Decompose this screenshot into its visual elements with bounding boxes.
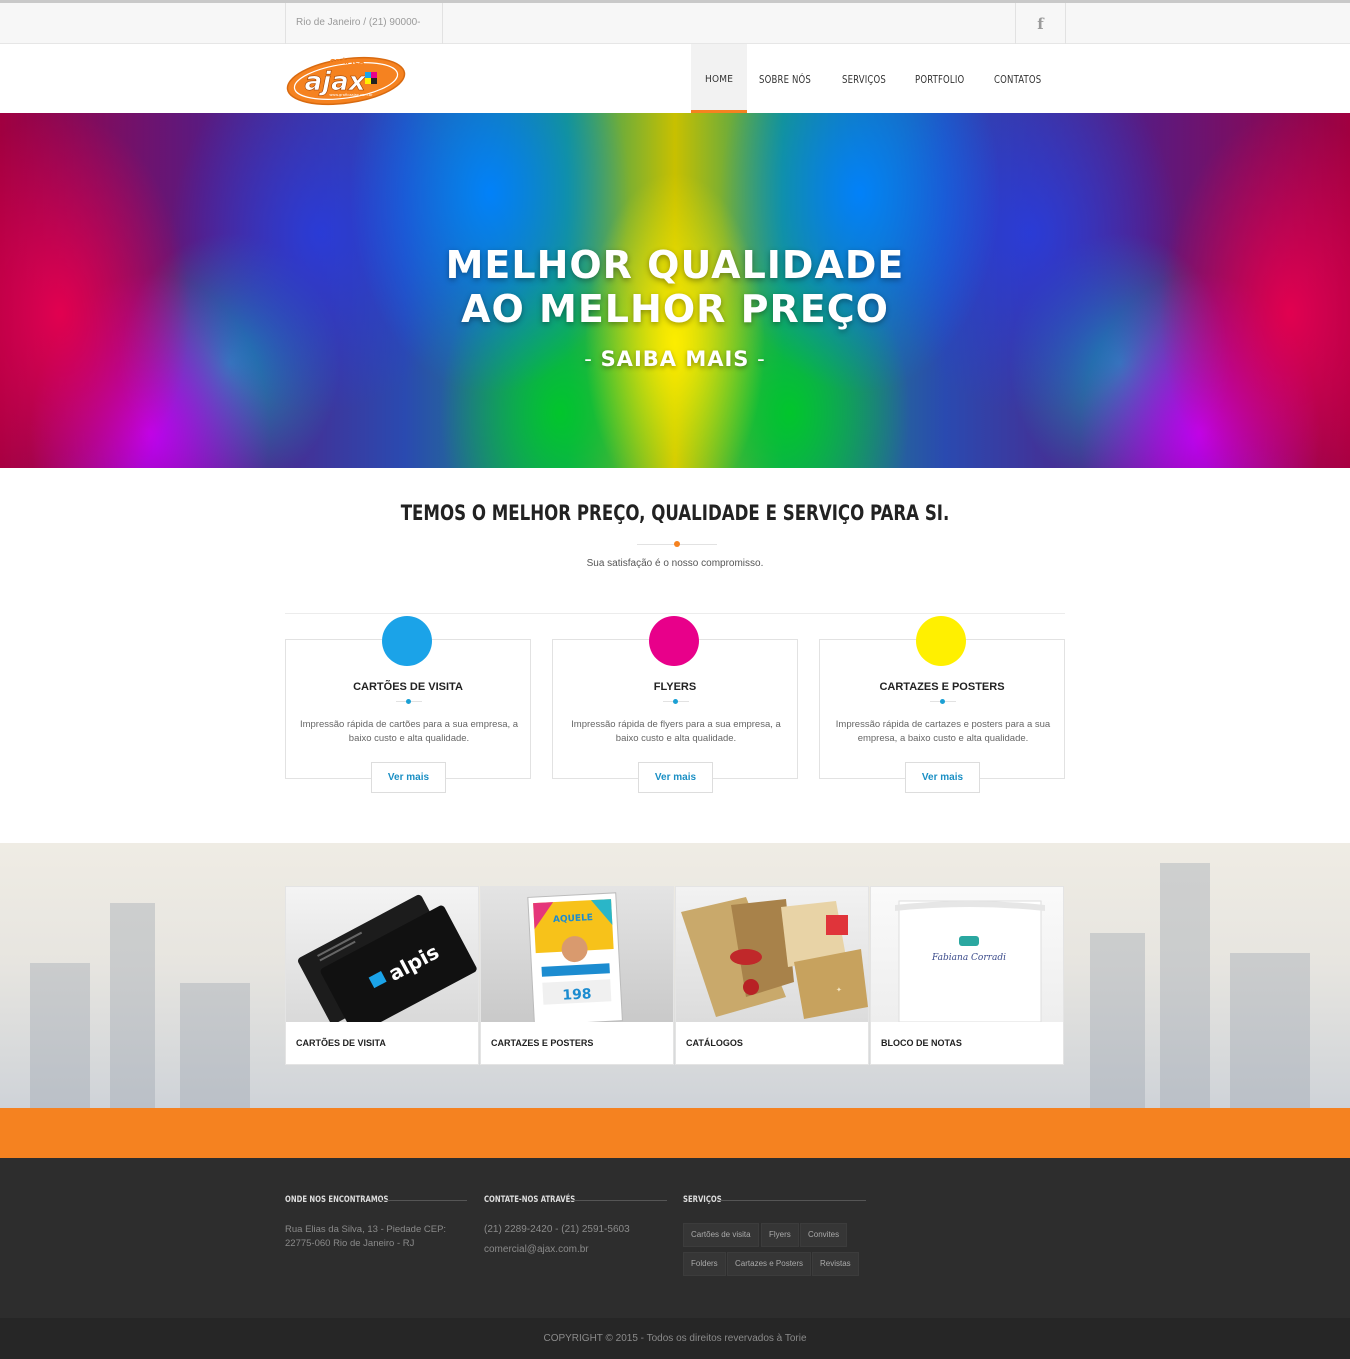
ver-mais-button[interactable]: Ver mais [638,762,713,793]
poster-image: AQUELE 198 [481,887,673,1022]
portfolio-item-catalogos[interactable]: ✦ CATÁLOGOS [675,886,869,1065]
card-divider-dot [406,699,411,704]
nav-servicos[interactable]: SERVIÇOS [830,44,898,113]
section-subtitle: Sua satisfação é o nosso compromisso. [586,558,764,569]
divider-dot [674,541,680,547]
service-card-text: Impressão rápida de flyers para a sua em… [571,719,781,744]
notepad-graphic: Fabiana Corradi [895,900,1045,1022]
hero-banner: MELHOR QUALIDADE AO MELHOR PREÇO - SAIBA… [0,113,1350,468]
bg-building [30,963,90,1108]
section-separator [285,613,1065,614]
portfolio-item-label: BLOCO DE NOTAS [881,1038,962,1048]
hero-cta-label: SAIBA MAIS [600,347,750,371]
nav-home[interactable]: HOME [691,44,748,113]
poster-headline-text: AQUELE [553,913,593,925]
business-cards-image: alpis [286,887,478,1022]
service-card-title: CARTÕES DE VISITA [353,681,463,693]
footer-address-line1: Rua Elias da Silva, 13 - Piedade CEP: [285,1224,447,1235]
portfolio-item-bloco-notas[interactable]: Fabiana Corradi BLOCO DE NOTAS [870,886,1064,1065]
footer-col-title: SERVIÇOS [683,1195,722,1205]
footer-tag-flyers[interactable]: Flyers [761,1223,799,1247]
site-logo[interactable]: GRÁFICA ajax www.graficaajax.com.br [285,52,407,107]
main-nav: HOME SOBRE NÓS SERVIÇOS PORTFOLIO CONTAT… [691,44,1059,113]
card-divider-dot [940,699,945,704]
ver-mais-button[interactable]: Ver mais [905,762,980,793]
bg-building [1090,933,1145,1108]
notepad-name-text: Fabiana Corradi [931,953,1006,963]
footer-address: Rua Elias da Silva, 13 - Piedade CEP: 22… [285,1223,446,1251]
portfolio-item-cartazes[interactable]: AQUELE 198 CARTAZES E POSTERS [480,886,674,1065]
footer-tag-revistas[interactable]: Revistas [812,1252,859,1276]
service-card-title: CARTAZES E POSTERS [879,681,1005,693]
portfolio-item-label: CARTÕES DE VISITA [296,1038,386,1048]
nav-contatos[interactable]: CONTATOS [982,44,1053,113]
footer-title-line [720,1200,866,1201]
logo-url-text: www.graficaajax.com.br [329,93,373,97]
footer-col-title: CONTATE-NOS ATRAVÉS [484,1195,576,1205]
notepad-image: Fabiana Corradi [871,887,1063,1022]
copyright-text: COPYRIGHT © 2015 - Todos os direitos rev… [0,1318,1350,1359]
hero-title: MELHOR QUALIDADE AO MELHOR PREÇO [0,243,1350,331]
portfolio-item-label: CARTAZES E POSTERS [491,1038,594,1048]
nav-sobre-nos[interactable]: SOBRE NÓS [747,44,823,113]
portfolio-item-label: CATÁLOGOS [686,1038,743,1048]
facebook-icon[interactable]: f [1015,3,1066,44]
cta-dash-left: - [584,347,601,371]
card-divider [396,699,422,704]
footer-title-line [380,1200,467,1201]
poster-graphic: AQUELE 198 [527,892,623,1022]
yellow-circle-icon [916,616,966,666]
orange-band [0,1108,1350,1158]
logo-top-text: GRÁFICA [330,57,365,66]
catalog-graphic: ✦ [681,897,868,1019]
service-card-text: Impressão rápida de cartões para a sua e… [299,719,519,744]
site-footer: ONDE NOS ENCONTRAMOS Rua Elias da Silva,… [0,1158,1350,1318]
catalog-image: ✦ [676,887,868,1022]
footer-tag-cartazes[interactable]: Cartazes e Posters [727,1252,812,1276]
logo-graphic: GRÁFICA ajax www.graficaajax.com.br [286,56,406,106]
ver-mais-button[interactable]: Ver mais [371,762,446,793]
service-card-cartazes: CARTAZES E POSTERS Impressão rápida de c… [819,616,1065,793]
card-divider [663,699,689,704]
location-phone-text: Rio de Janeiro / (21) 90000-0000 [285,3,443,68]
section-title: TEMOS O MELHOR PREÇO, QUALIDADE E SERVIÇ… [400,501,950,525]
title-divider [637,541,717,547]
hero-title-line1: MELHOR QUALIDADE [445,243,905,287]
nav-portfolio[interactable]: PORTFOLIO [903,44,976,113]
business-cards-graphic: alpis [297,894,477,1022]
poster-price-text: 198 [562,986,592,1004]
footer-tag-folders[interactable]: Folders [683,1252,726,1276]
magenta-circle-icon [649,616,699,666]
service-card-text: Impressão rápida de cartazes e posters p… [835,719,1051,744]
footer-email[interactable]: comercial@ajax.com.br [484,1243,589,1257]
bg-building [1160,863,1210,1108]
hero-saiba-mais-link[interactable]: - SAIBA MAIS - [0,347,1350,371]
cta-dash-right: - [749,347,766,371]
footer-phones[interactable]: (21) 2289-2420 - (21) 2591-5603 [484,1223,630,1237]
card-divider-dot [673,699,678,704]
cyan-circle-icon [382,616,432,666]
top-bar: Rio de Janeiro / (21) 90000-0000 f [0,0,1350,68]
footer-title-line [568,1200,667,1201]
catalog-decor-glyph: ✦ [836,986,842,994]
footer-address-line2: 22775-060 Rio de Janeiro - RJ [285,1238,415,1249]
service-card-cartoes: CARTÕES DE VISITA Impressão rápida de ca… [285,616,531,793]
footer-tag-cartoes[interactable]: Cartões de visita [683,1223,759,1247]
service-card-flyers: FLYERS Impressão rápida de flyers para a… [552,616,798,793]
footer-tag-convites[interactable]: Convites [800,1223,848,1247]
bg-building [110,903,155,1108]
hero-title-line2: AO MELHOR PREÇO [461,287,889,331]
portfolio-section: alpis CARTÕES DE VISITA AQUELE 198 CARTA… [0,843,1350,1108]
card-divider [930,699,956,704]
footer-col-title: ONDE NOS ENCONTRAMOS [285,1195,389,1205]
bg-building [1230,953,1310,1108]
portfolio-item-cartoes[interactable]: alpis CARTÕES DE VISITA [285,886,479,1065]
site-header: GRÁFICA ajax www.graficaajax.com.br HOME… [0,44,1350,113]
bg-building [180,983,250,1108]
service-card-title: FLYERS [653,681,697,693]
